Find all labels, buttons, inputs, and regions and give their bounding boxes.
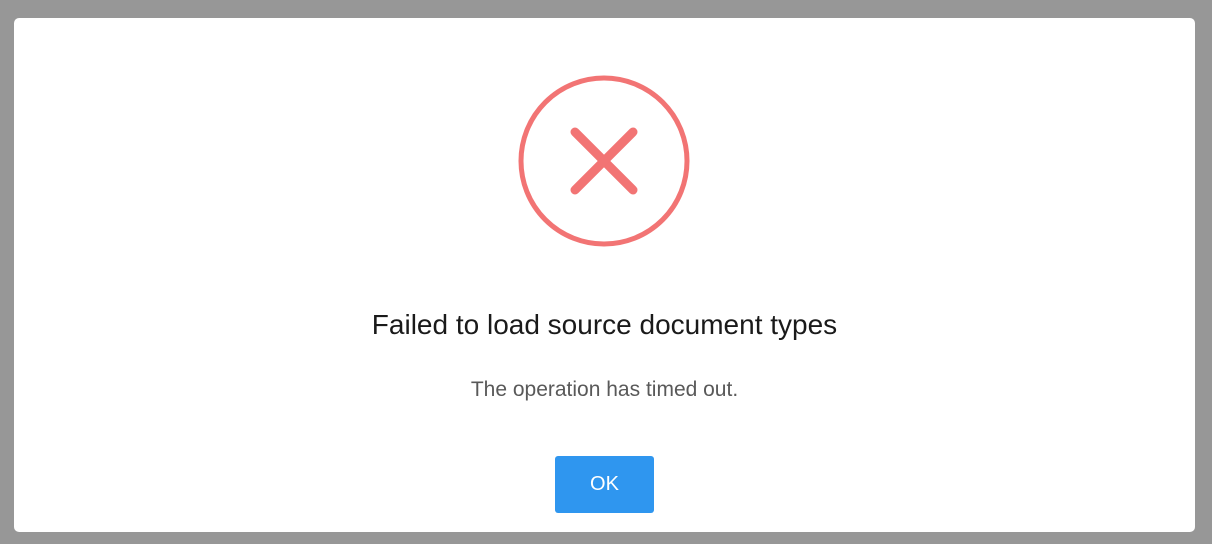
dialog-title: Failed to load source document types	[371, 309, 838, 340]
error-x-circle-icon	[518, 75, 690, 247]
error-dialog: Failed to load source document types The…	[14, 18, 1195, 532]
dialog-message: The operation has timed out.	[470, 378, 739, 401]
ok-button[interactable]: OK	[555, 456, 654, 513]
